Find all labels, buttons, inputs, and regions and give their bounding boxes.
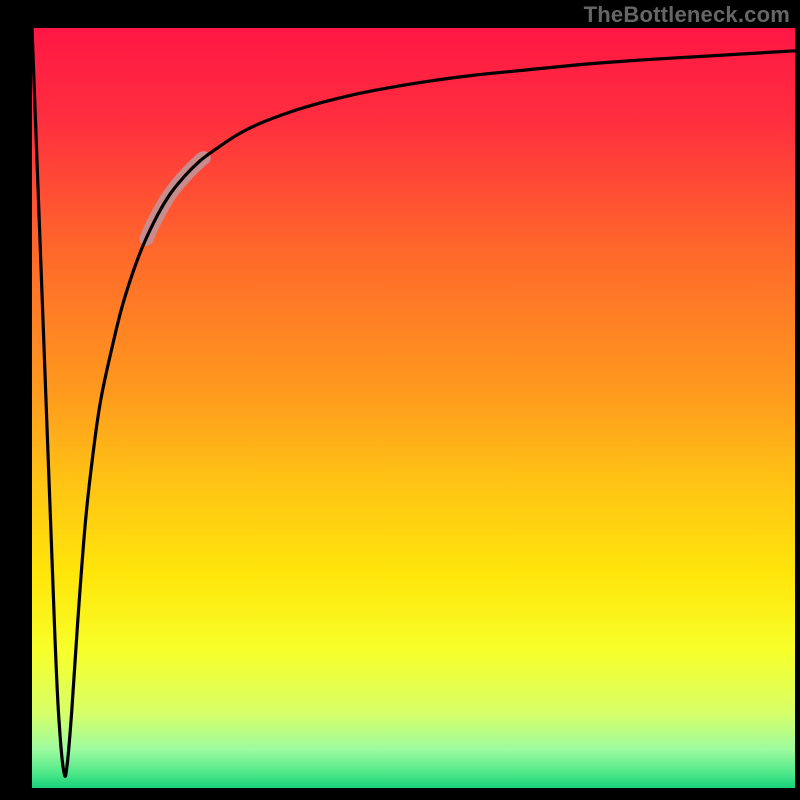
bottleneck-chart: [0, 0, 800, 800]
chart-container: TheBottleneck.com: [0, 0, 800, 800]
plot-background-gradient: [32, 28, 795, 788]
